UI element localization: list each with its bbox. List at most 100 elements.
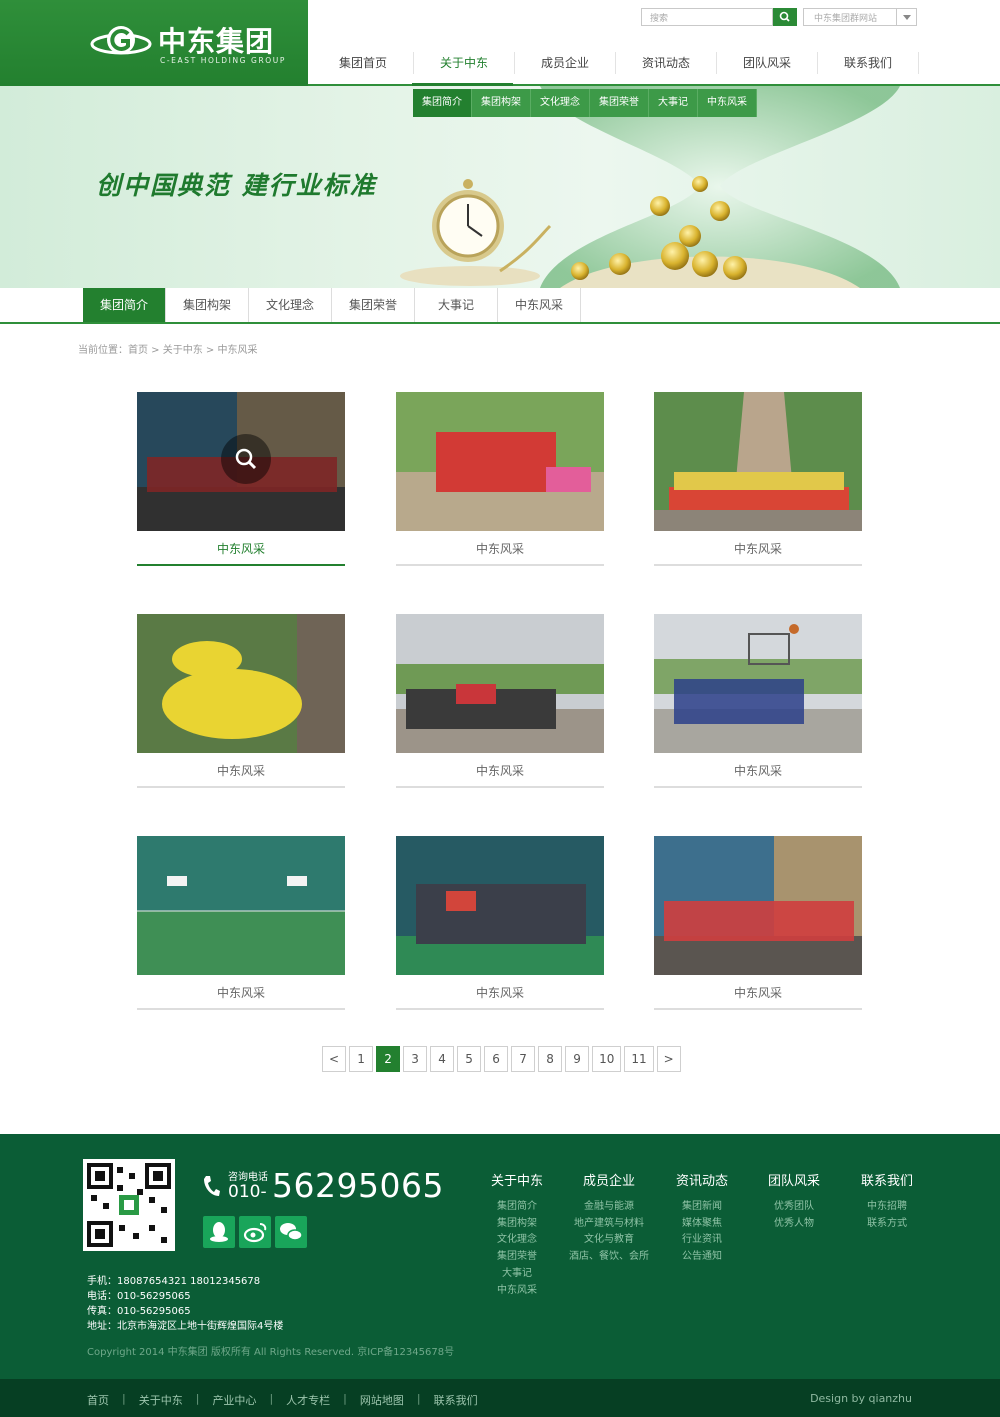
footer-link[interactable]: 中东风采 xyxy=(478,1283,556,1300)
pagination-page[interactable]: 3 xyxy=(403,1046,428,1072)
footer-link[interactable]: 集团简介 xyxy=(478,1199,556,1216)
footer-link[interactable]: 联系方式 xyxy=(848,1216,926,1233)
gallery-photo[interactable] xyxy=(137,392,345,531)
search-button[interactable] xyxy=(773,8,797,26)
gallery-caption[interactable]: 中东风采 xyxy=(654,762,862,779)
gallery-card[interactable]: 中东风采 xyxy=(654,836,862,1011)
bottom-link-about[interactable]: 关于中东 xyxy=(139,1392,183,1408)
zoom-icon[interactable] xyxy=(221,434,271,484)
footer-column-title[interactable]: 联系我们 xyxy=(848,1170,926,1189)
footer-column-title[interactable]: 成员企业 xyxy=(560,1170,658,1189)
bottom-link-talent[interactable]: 人才专栏 xyxy=(286,1392,330,1408)
nav-item-about[interactable]: 关于中东 xyxy=(414,52,515,74)
gallery-photo[interactable] xyxy=(396,392,604,531)
gallery-photo[interactable] xyxy=(137,614,345,753)
nav-item-contact[interactable]: 联系我们 xyxy=(818,52,919,74)
weibo-icon[interactable] xyxy=(239,1216,271,1248)
gallery-caption[interactable]: 中东风采 xyxy=(654,540,862,557)
footer-column-title[interactable]: 关于中东 xyxy=(478,1170,556,1189)
gallery-photo[interactable] xyxy=(396,614,604,753)
gallery-caption[interactable]: 中东风采 xyxy=(137,540,345,557)
pagination-page[interactable]: 9 xyxy=(565,1046,590,1072)
bottom-link-industry[interactable]: 产业中心 xyxy=(212,1392,256,1408)
main-nav: 集团首页 关于中东 成员企业 资讯动态 团队风采 联系我们 xyxy=(313,52,919,74)
footer-link[interactable]: 中东招聘 xyxy=(848,1199,926,1216)
tab-style[interactable]: 中东风采 xyxy=(498,288,581,322)
bottom-link-contact[interactable]: 联系我们 xyxy=(434,1392,478,1408)
gallery-card[interactable]: 中东风采 xyxy=(654,614,862,789)
footer-link[interactable]: 地产建筑与材料 xyxy=(560,1216,658,1233)
gallery-photo[interactable] xyxy=(137,836,345,975)
gallery-card[interactable]: 中东风采 xyxy=(137,392,345,567)
pagination-page-current[interactable]: 2 xyxy=(376,1046,401,1072)
footer-link[interactable]: 行业资讯 xyxy=(663,1232,741,1249)
bottom-link-home[interactable]: 首页 xyxy=(87,1392,109,1408)
tab-culture[interactable]: 文化理念 xyxy=(249,288,332,322)
subnav-item-events[interactable]: 大事记 xyxy=(649,89,698,117)
gallery-caption[interactable]: 中东风采 xyxy=(137,762,345,779)
tab-honors[interactable]: 集团荣誉 xyxy=(332,288,415,322)
footer-link[interactable]: 集团构架 xyxy=(478,1216,556,1233)
pagination-page[interactable]: 6 xyxy=(484,1046,509,1072)
gallery-caption[interactable]: 中东风采 xyxy=(396,984,604,1001)
gallery-card[interactable]: 中东风采 xyxy=(396,836,604,1011)
tab-structure[interactable]: 集团构架 xyxy=(166,288,249,322)
nav-item-team[interactable]: 团队风采 xyxy=(717,52,818,74)
gallery-caption[interactable]: 中东风采 xyxy=(137,984,345,1001)
subnav-item-intro[interactable]: 集团简介 xyxy=(413,89,472,117)
subnav-item-culture[interactable]: 文化理念 xyxy=(531,89,590,117)
nav-item-news[interactable]: 资讯动态 xyxy=(616,52,717,74)
design-credit: Design by qianzhu xyxy=(810,1392,912,1405)
subnav-item-style[interactable]: 中东风采 xyxy=(698,89,757,117)
footer-link[interactable]: 优秀人物 xyxy=(755,1216,833,1233)
pagination-page[interactable]: 8 xyxy=(538,1046,563,1072)
footer-column-contact: 联系我们 中东招聘 联系方式 xyxy=(848,1170,926,1232)
pagination-page[interactable]: 7 xyxy=(511,1046,536,1072)
subnav-item-structure[interactable]: 集团构架 xyxy=(472,89,531,117)
gallery-card[interactable]: 中东风采 xyxy=(137,836,345,1011)
bottom-link-sitemap[interactable]: 网站地图 xyxy=(360,1392,404,1408)
footer-link[interactable]: 文化理念 xyxy=(478,1232,556,1249)
footer-column-title[interactable]: 资讯动态 xyxy=(663,1170,741,1189)
pagination-page[interactable]: 1 xyxy=(349,1046,374,1072)
qq-icon[interactable] xyxy=(203,1216,235,1248)
gallery-card[interactable]: 中东风采 xyxy=(654,392,862,567)
nav-item-home[interactable]: 集团首页 xyxy=(313,52,414,74)
footer-link[interactable]: 大事记 xyxy=(478,1266,556,1283)
tab-events[interactable]: 大事记 xyxy=(415,288,498,322)
gallery-card[interactable]: 中东风采 xyxy=(137,614,345,789)
footer-link[interactable]: 金融与能源 xyxy=(560,1199,658,1216)
footer-column-title[interactable]: 团队风采 xyxy=(755,1170,833,1189)
subnav-item-honors[interactable]: 集团荣誉 xyxy=(590,89,649,117)
tab-intro[interactable]: 集团简介 xyxy=(83,288,166,322)
pagination-page[interactable]: 11 xyxy=(624,1046,654,1072)
logo[interactable]: 中东集团 C-EAST HOLDING GROUP xyxy=(0,0,308,86)
gallery-caption[interactable]: 中东风采 xyxy=(654,984,862,1001)
footer-link[interactable]: 优秀团队 xyxy=(755,1199,833,1216)
search-input[interactable]: 搜索 xyxy=(641,8,773,26)
pagination-prev[interactable]: < xyxy=(322,1046,347,1072)
pagination-page[interactable]: 5 xyxy=(457,1046,482,1072)
pagination-next[interactable]: > xyxy=(656,1046,681,1072)
nav-item-members[interactable]: 成员企业 xyxy=(515,52,616,74)
gallery-photo[interactable] xyxy=(654,836,862,975)
group-sites-select[interactable]: 中东集团群网站 xyxy=(803,8,917,26)
hotline-prefix: 010- xyxy=(228,1182,267,1202)
gallery-caption[interactable]: 中东风采 xyxy=(396,762,604,779)
footer-link[interactable]: 集团荣誉 xyxy=(478,1249,556,1266)
gallery-photo[interactable] xyxy=(654,392,862,531)
gallery-photo[interactable] xyxy=(654,614,862,753)
wechat-icon[interactable] xyxy=(275,1216,307,1248)
gallery-card[interactable]: 中东风采 xyxy=(396,392,604,567)
card-underline xyxy=(137,564,345,566)
pagination-page[interactable]: 10 xyxy=(592,1046,622,1072)
footer-link[interactable]: 媒体聚焦 xyxy=(663,1216,741,1233)
footer-link[interactable]: 文化与教育 xyxy=(560,1232,658,1249)
gallery-caption[interactable]: 中东风采 xyxy=(396,540,604,557)
footer-link[interactable]: 集团新闻 xyxy=(663,1199,741,1216)
pagination-page[interactable]: 4 xyxy=(430,1046,455,1072)
footer-link[interactable]: 酒店、餐饮、会所 xyxy=(560,1249,658,1266)
gallery-card[interactable]: 中东风采 xyxy=(396,614,604,789)
footer-link[interactable]: 公告通知 xyxy=(663,1249,741,1266)
gallery-photo[interactable] xyxy=(396,836,604,975)
